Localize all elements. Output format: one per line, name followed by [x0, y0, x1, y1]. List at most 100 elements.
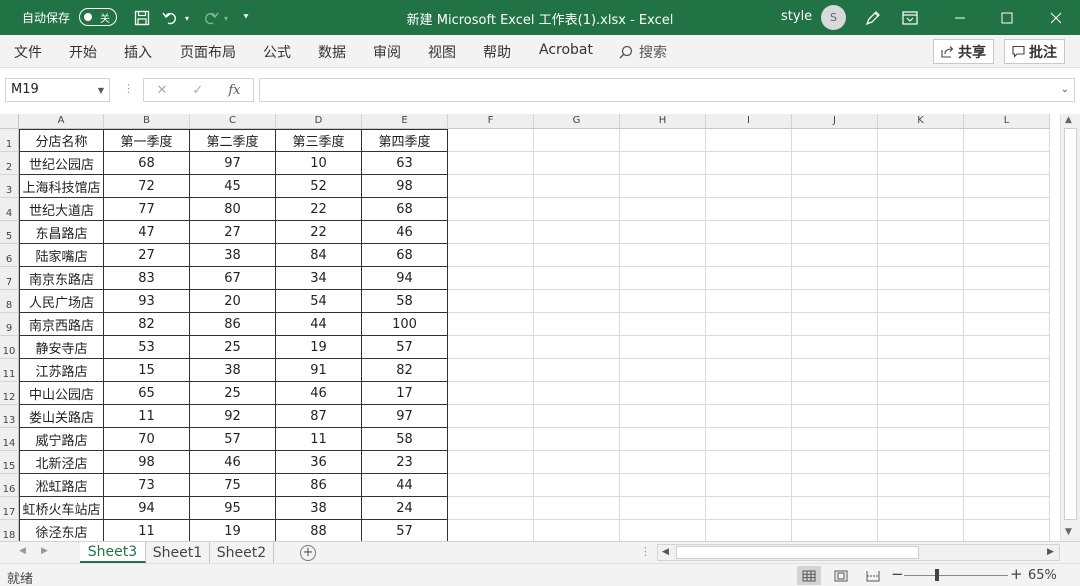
table-cell[interactable]: 88 [276, 520, 362, 541]
table-cell[interactable]: 25 [190, 336, 276, 359]
save-icon[interactable] [131, 7, 153, 29]
table-cell[interactable] [964, 290, 1050, 313]
table-cell[interactable] [620, 244, 706, 267]
table-cell[interactable] [878, 428, 964, 451]
vertical-scrollbar[interactable]: ▲ ▼ [1060, 114, 1080, 541]
table-cell[interactable] [448, 290, 534, 313]
table-cell[interactable] [964, 451, 1050, 474]
column-header[interactable]: L [964, 114, 1050, 129]
drag-handle-icon[interactable]: ⋮ [123, 82, 134, 95]
table-cell[interactable] [964, 428, 1050, 451]
table-cell[interactable]: 92 [190, 405, 276, 428]
tab-page-layout[interactable]: 页面布局 [180, 42, 236, 62]
table-cell[interactable]: 82 [104, 313, 190, 336]
column-header[interactable]: F [448, 114, 534, 129]
table-cell[interactable]: 46 [276, 382, 362, 405]
header-cell[interactable] [534, 129, 620, 152]
table-cell[interactable] [534, 405, 620, 428]
table-cell[interactable]: 22 [276, 221, 362, 244]
table-cell[interactable]: 38 [190, 359, 276, 382]
table-cell[interactable] [620, 152, 706, 175]
table-cell[interactable] [878, 336, 964, 359]
table-cell[interactable]: 世纪大道店 [19, 198, 104, 221]
horizontal-scrollbar[interactable]: ◀ ▶ [657, 544, 1060, 561]
table-cell[interactable]: 陆家嘴店 [19, 244, 104, 267]
table-cell[interactable]: 23 [362, 451, 448, 474]
zoom-level[interactable]: 65% [1028, 568, 1057, 583]
row-header[interactable]: 11 [0, 359, 19, 382]
table-cell[interactable] [792, 267, 878, 290]
tab-file[interactable]: 文件 [14, 42, 42, 62]
insert-function-icon[interactable]: fx [228, 83, 240, 98]
row-header[interactable]: 16 [0, 474, 19, 497]
table-cell[interactable] [620, 359, 706, 382]
table-cell[interactable]: 86 [190, 313, 276, 336]
table-cell[interactable] [964, 244, 1050, 267]
table-cell[interactable] [534, 313, 620, 336]
table-cell[interactable]: 100 [362, 313, 448, 336]
table-cell[interactable]: 11 [276, 428, 362, 451]
table-cell[interactable]: 17 [362, 382, 448, 405]
tab-review[interactable]: 审阅 [373, 42, 401, 62]
row-header[interactable]: 6 [0, 244, 19, 267]
page-layout-view-icon[interactable] [829, 566, 853, 585]
column-header[interactable]: G [534, 114, 620, 129]
scroll-down-icon[interactable]: ▼ [1065, 527, 1072, 537]
table-cell[interactable] [534, 520, 620, 541]
table-cell[interactable] [792, 244, 878, 267]
table-cell[interactable] [964, 152, 1050, 175]
column-header[interactable]: A [19, 114, 104, 129]
table-cell[interactable]: 84 [276, 244, 362, 267]
select-all-corner[interactable] [0, 114, 19, 129]
table-cell[interactable] [534, 221, 620, 244]
table-cell[interactable] [534, 175, 620, 198]
table-cell[interactable]: 24 [362, 497, 448, 520]
table-cell[interactable] [878, 405, 964, 428]
row-header[interactable]: 3 [0, 175, 19, 198]
table-cell[interactable]: 娄山关路店 [19, 405, 104, 428]
table-cell[interactable]: 徐泾东店 [19, 520, 104, 541]
table-cell[interactable] [792, 221, 878, 244]
table-cell[interactable] [878, 451, 964, 474]
page-break-view-icon[interactable] [861, 566, 885, 585]
table-cell[interactable]: 54 [276, 290, 362, 313]
table-cell[interactable] [448, 244, 534, 267]
name-box[interactable]: M19 ▼ [5, 78, 110, 102]
row-header[interactable]: 1 [0, 129, 19, 152]
header-cell[interactable] [448, 129, 534, 152]
row-header[interactable]: 17 [0, 497, 19, 520]
table-cell[interactable] [706, 244, 792, 267]
table-cell[interactable] [964, 474, 1050, 497]
worksheet-grid[interactable]: A B C D E F G H I J K L 1 分店名称 第一季度 第二季度 第三季度 第四季度 2 世纪公园店 6… [0, 114, 1060, 541]
table-cell[interactable]: 38 [190, 244, 276, 267]
table-cell[interactable]: 19 [190, 520, 276, 541]
table-cell[interactable] [706, 405, 792, 428]
table-cell[interactable]: 70 [104, 428, 190, 451]
header-cell[interactable] [878, 129, 964, 152]
table-cell[interactable]: 73 [104, 474, 190, 497]
table-cell[interactable] [534, 428, 620, 451]
table-cell[interactable]: 虹桥火车站店 [19, 497, 104, 520]
column-header[interactable]: C [190, 114, 276, 129]
tell-me-search[interactable]: 搜索 [619, 42, 667, 62]
table-cell[interactable] [964, 267, 1050, 290]
table-cell[interactable] [448, 520, 534, 541]
row-header[interactable]: 7 [0, 267, 19, 290]
table-cell[interactable] [792, 152, 878, 175]
table-cell[interactable] [534, 336, 620, 359]
table-cell[interactable] [706, 428, 792, 451]
expand-formula-bar-icon[interactable]: ⌄ [1061, 84, 1069, 95]
tab-formulas[interactable]: 公式 [263, 42, 291, 62]
header-cell[interactable]: 第四季度 [362, 129, 448, 152]
table-cell[interactable] [620, 175, 706, 198]
table-cell[interactable]: 34 [276, 267, 362, 290]
column-header[interactable]: H [620, 114, 706, 129]
table-cell[interactable] [534, 198, 620, 221]
table-cell[interactable] [792, 382, 878, 405]
table-cell[interactable] [534, 382, 620, 405]
table-cell[interactable] [878, 290, 964, 313]
table-cell[interactable] [792, 497, 878, 520]
table-cell[interactable] [620, 198, 706, 221]
minimize-button[interactable] [937, 0, 983, 35]
table-cell[interactable]: 47 [104, 221, 190, 244]
